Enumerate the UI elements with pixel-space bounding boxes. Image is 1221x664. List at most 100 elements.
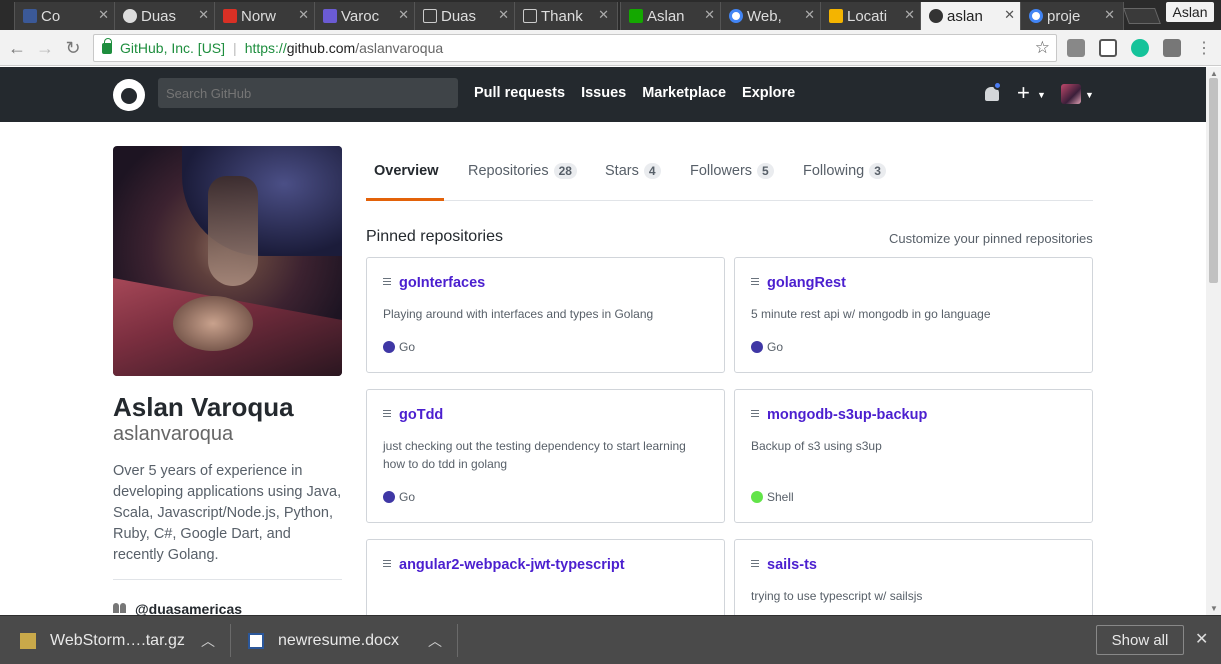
browser-tab[interactable]: Aslan ✕ [620, 2, 724, 30]
browser-tab[interactable]: Duas ✕ [114, 2, 218, 30]
bookmark-star-icon[interactable]: ☆ [1035, 38, 1050, 58]
extension-icon[interactable] [1163, 39, 1181, 57]
create-new-button[interactable]: + [1017, 80, 1030, 106]
repo-language: Go [383, 340, 415, 354]
browser-profile-button[interactable]: Aslan [1166, 2, 1214, 22]
scroll-up-icon[interactable]: ▲ [1210, 69, 1218, 78]
close-tab-icon[interactable]: ✕ [398, 7, 409, 23]
close-tab-icon[interactable]: ✕ [1004, 7, 1015, 23]
page-scrollbar[interactable]: ▲ ▼ [1206, 67, 1221, 615]
scroll-down-icon[interactable]: ▼ [1210, 604, 1218, 613]
browser-tab-label: Duas [141, 7, 177, 25]
download-item[interactable]: newresume.docx [248, 616, 399, 664]
browser-tab-label: aslan [947, 7, 983, 25]
nav-issues[interactable]: Issues [581, 85, 626, 101]
download-item[interactable]: WebStorm….tar.gz [20, 616, 185, 664]
profile-full-name: Aslan Varoqua [113, 392, 294, 422]
browser-tab[interactable]: Thank ✕ [514, 2, 618, 30]
customize-pinned-link[interactable]: Customize your pinned repositories [889, 231, 1093, 246]
tab-repositories[interactable]: Repositories 28 [468, 163, 577, 179]
archive-file-icon [20, 632, 36, 649]
profile-photo [113, 146, 342, 376]
url-path: /aslanvaroqua [355, 40, 444, 56]
pinned-repo-card: mongodb-s3up-backup Backup of s3 using s… [734, 389, 1093, 523]
tab-overview[interactable]: Overview [374, 163, 439, 179]
browser-tab-label: Web, [747, 7, 782, 25]
tab-label: Stars [605, 163, 639, 179]
close-icon[interactable]: ✕ [1195, 629, 1208, 649]
back-arrow-icon[interactable]: ← [6, 37, 28, 59]
close-tab-icon[interactable]: ✕ [1104, 7, 1115, 23]
profile-tabs: Overview Repositories 28 Stars 4 Followe… [366, 146, 1093, 201]
close-tab-icon[interactable]: ✕ [804, 7, 815, 23]
github-favicon-icon [929, 9, 943, 23]
browser-tab[interactable]: Locati ✕ [820, 2, 924, 30]
page-favicon-icon [423, 9, 437, 23]
language-color-icon [383, 341, 395, 353]
nav-marketplace[interactable]: Marketplace [642, 85, 726, 101]
show-all-downloads-button[interactable]: Show all [1096, 625, 1184, 655]
address-bar[interactable]: GitHub, Inc. [US] | https://github.com/a… [93, 34, 1057, 62]
repo-language: Go [383, 490, 415, 504]
repo-name-link[interactable]: angular2-webpack-jwt-typescript [399, 557, 625, 573]
browser-tab[interactable]: Duas ✕ [414, 2, 518, 30]
tab-label: Repositories [468, 163, 549, 179]
tab-following[interactable]: Following 3 [803, 163, 886, 179]
chevron-up-icon[interactable]: ︿ [428, 631, 442, 651]
browser-tab[interactable]: Varoc ✕ [314, 2, 418, 30]
user-avatar[interactable] [1061, 84, 1081, 104]
repo-icon [751, 410, 759, 417]
browser-tab[interactable]: Norw ✕ [214, 2, 318, 30]
scroll-thumb[interactable] [1209, 78, 1218, 283]
search-input[interactable] [158, 78, 458, 108]
download-filename: newresume.docx [278, 631, 399, 649]
close-tab-icon[interactable]: ✕ [498, 7, 509, 23]
github-logo-icon[interactable] [113, 79, 145, 111]
browser-tab-strip: Co ✕ Duas ✕ Norw ✕ Varoc ✕ Duas ✕ Thank … [0, 0, 1221, 30]
pinned-repo-card: golangRest 5 minute rest api w/ mongodb … [734, 257, 1093, 373]
language-color-icon [383, 491, 395, 503]
browser-tab[interactable]: proje ✕ [1020, 2, 1124, 30]
browser-menu-icon[interactable]: ⋮ [1193, 37, 1215, 59]
tab-followers[interactable]: Followers 5 [690, 163, 774, 179]
repo-name-link[interactable]: mongodb-s3up-backup [767, 407, 927, 423]
browser-tab[interactable]: Web, ✕ [720, 2, 824, 30]
repo-name-link[interactable]: golangRest [767, 275, 846, 291]
extension-icon[interactable] [1099, 39, 1117, 57]
tab-stars[interactable]: Stars 4 [605, 163, 661, 179]
repo-name-link[interactable]: goTdd [399, 407, 443, 423]
repo-icon [751, 560, 759, 567]
document-favicon-icon [323, 9, 337, 23]
url-host: github.com [286, 40, 356, 56]
language-label: Shell [767, 490, 794, 504]
repo-name-link[interactable]: goInterfaces [399, 275, 485, 291]
page-favicon-icon [523, 9, 537, 23]
close-tab-icon[interactable]: ✕ [704, 7, 715, 23]
nav-pull-requests[interactable]: Pull requests [474, 85, 565, 101]
download-filename: WebStorm….tar.gz [50, 631, 185, 649]
security-label: GitHub, Inc. [US] [120, 40, 226, 56]
count-badge: 28 [553, 163, 577, 179]
facebook-favicon-icon [23, 9, 37, 23]
close-tab-icon[interactable]: ✕ [598, 7, 609, 23]
chevron-up-icon[interactable]: ︿ [201, 631, 215, 651]
word-document-icon [248, 632, 264, 649]
extension-icon[interactable] [1067, 39, 1085, 57]
close-tab-icon[interactable]: ✕ [298, 7, 309, 23]
pinned-repo-card: goInterfaces Playing around with interfa… [366, 257, 725, 373]
download-separator [457, 624, 458, 657]
nav-explore[interactable]: Explore [742, 85, 795, 101]
browser-tab-label: Aslan [647, 7, 685, 25]
close-tab-icon[interactable]: ✕ [98, 7, 109, 23]
repo-name-link[interactable]: sails-ts [767, 557, 817, 573]
close-tab-icon[interactable]: ✕ [904, 7, 915, 23]
new-tab-button[interactable] [1123, 8, 1161, 24]
forward-arrow-icon[interactable]: → [34, 37, 56, 59]
count-badge: 5 [757, 163, 774, 179]
language-label: Go [399, 340, 416, 354]
close-tab-icon[interactable]: ✕ [198, 7, 209, 23]
reload-icon[interactable]: ↻ [62, 37, 84, 59]
grammarly-icon[interactable] [1131, 39, 1149, 57]
browser-tab[interactable]: Co ✕ [14, 2, 118, 30]
browser-tab-active[interactable]: aslan ✕ [920, 2, 1024, 30]
